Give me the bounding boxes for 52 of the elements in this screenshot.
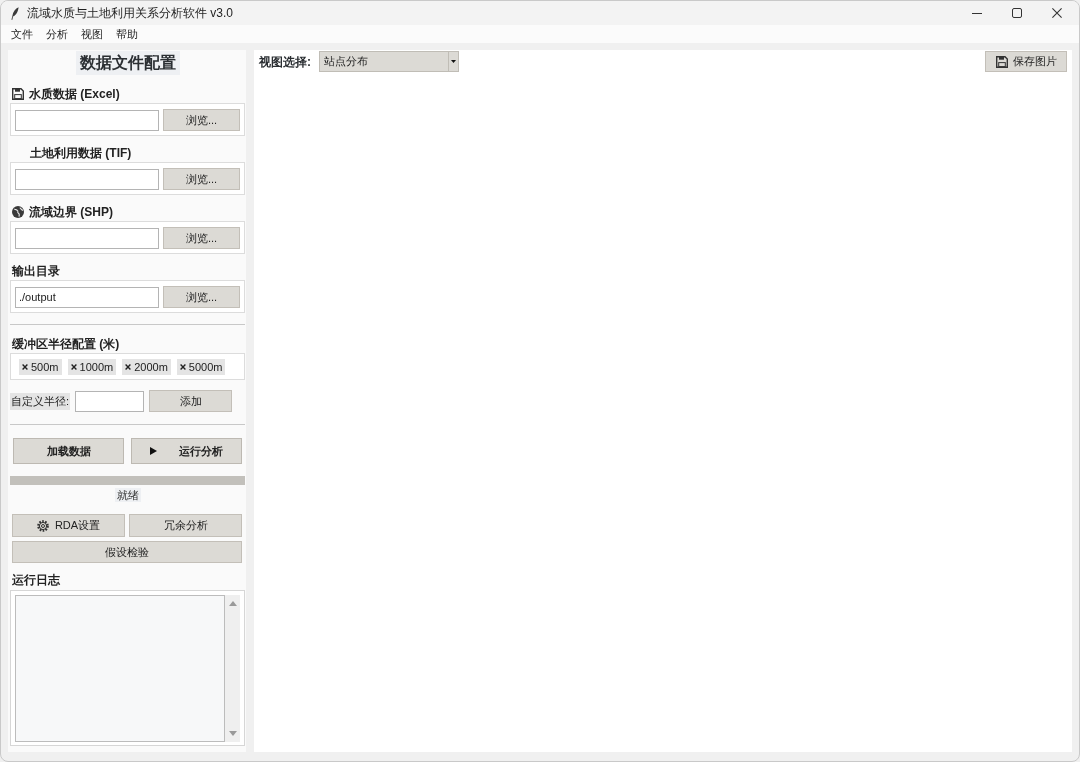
status-text: 就绪 xyxy=(114,488,141,502)
remove-icon xyxy=(70,364,77,370)
section-label: 土地利用数据 (TIF) xyxy=(30,145,132,161)
minimize-icon xyxy=(972,12,982,14)
browse-button[interactable]: 浏览... xyxy=(163,227,240,249)
scroll-up-icon[interactable] xyxy=(228,601,237,606)
file-path-field[interactable] xyxy=(15,109,159,131)
menu-item[interactable]: 视图 xyxy=(75,26,109,42)
browse-button[interactable]: 浏览... xyxy=(163,286,240,308)
remove-icon xyxy=(22,364,28,370)
radius-chip[interactable]: 5000m xyxy=(176,359,226,375)
run-analysis-button[interactable]: 运行分析 xyxy=(131,438,242,464)
panel-title: 数据文件配置 xyxy=(75,51,180,75)
radius-input[interactable] xyxy=(75,390,145,412)
browse-button[interactable]: 浏览... xyxy=(163,109,240,131)
radius-chip[interactable]: 500m xyxy=(19,359,62,375)
log-text-area[interactable] xyxy=(15,595,225,742)
gear-icon xyxy=(36,519,49,532)
menu-item[interactable]: 帮助 xyxy=(110,26,144,42)
menu-item[interactable]: 分析 xyxy=(40,26,74,42)
settings-button[interactable]: RDA设置 xyxy=(12,514,125,537)
file-path-field[interactable]: ./output xyxy=(15,286,159,308)
window-title: 流域水质与土地利用关系分析软件 v3.0 xyxy=(27,5,233,22)
file-path-field[interactable] xyxy=(15,227,159,249)
load-data-button[interactable]: 加载数据 xyxy=(13,438,124,464)
add-button[interactable]: 添加 xyxy=(149,390,233,412)
analysis-button[interactable]: 假设检验 xyxy=(12,541,242,563)
file-path-field[interactable] xyxy=(15,168,159,190)
view-label: 视图选择: xyxy=(259,53,311,71)
feather-icon xyxy=(11,6,19,20)
view-dropdown[interactable]: 站点分布 xyxy=(319,51,459,72)
analysis-button[interactable]: 冗余分析 xyxy=(129,514,242,537)
section-label: 水质数据 (Excel) xyxy=(29,86,120,102)
custom-radius-label: 自定义半径: xyxy=(10,392,71,410)
log-scrollbar[interactable] xyxy=(225,595,240,742)
remove-icon xyxy=(125,364,132,370)
close-icon xyxy=(1052,8,1062,18)
browse-button[interactable]: 浏览... xyxy=(163,168,240,190)
section-label: 流域边界 (SHP) xyxy=(29,204,113,220)
caret-icon xyxy=(451,60,456,63)
remove-icon xyxy=(179,364,186,370)
globe-icon xyxy=(12,206,24,218)
section-label: 缓冲区半径配置 (米) xyxy=(12,336,120,352)
radius-chip[interactable]: 2000m xyxy=(122,359,171,375)
section-label: 输出目录 xyxy=(12,263,60,279)
log-label: 运行日志 xyxy=(12,572,60,588)
play-icon xyxy=(150,447,157,455)
scroll-down-icon[interactable] xyxy=(228,731,237,736)
radius-chip[interactable]: 1000m xyxy=(67,359,117,375)
menu-item[interactable]: 文件 xyxy=(5,26,39,42)
save-image-button[interactable]: 保存图片 xyxy=(985,51,1067,72)
maximize-icon xyxy=(1012,8,1022,18)
